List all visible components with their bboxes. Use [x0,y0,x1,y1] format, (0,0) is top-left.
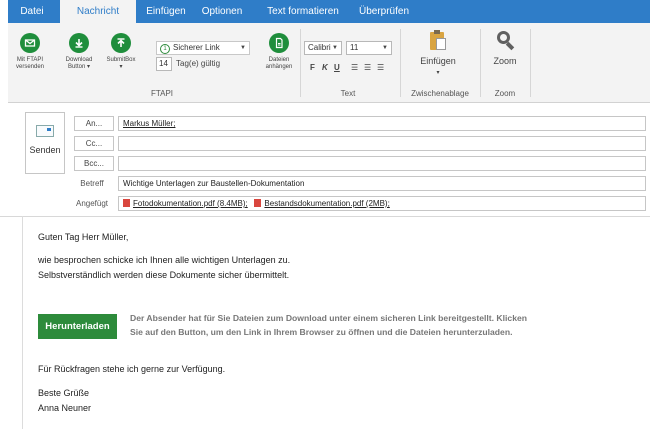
link-type-value: Sicherer Link [173,43,220,52]
align-center-icon[interactable]: ☰ [364,63,371,72]
download-icon [69,33,89,53]
send-button[interactable]: Senden [25,112,65,174]
body-line-2: Selbstverständlich werden diese Dokument… [38,270,290,280]
pdf-icon [123,199,130,207]
bold-button[interactable]: F [310,63,315,72]
text-group-label: Text [340,89,356,98]
subject-label: Betreff [80,179,104,188]
attach-label: Dateien anhängen [265,57,293,70]
pdf-icon [254,199,262,207]
cc-field[interactable] [118,136,646,151]
mit-ftapi-versenden-button[interactable]: Mit FTAPI versenden [10,33,50,71]
zoom-button[interactable]: Zoom [486,29,524,66]
recipient-markus[interactable]: Markus Müller; [123,119,175,128]
days-valid-input[interactable]: 14 [156,57,172,71]
attachment-bestandsdokumentation[interactable]: Bestandsdokumentation.pdf (2MB); [264,199,389,208]
clipboard-group-label: Zwischenablage [411,89,469,98]
clipboard-icon [429,29,447,51]
download-button-label: Download Button [65,57,93,70]
attachment-fotodokumentation[interactable]: Fotodokumentation.pdf (8.4MB); [133,199,248,208]
separator [400,29,401,97]
ribbon: Mit FTAPI versenden Download Button ▾ Su… [8,23,650,103]
magnifier-icon [495,29,515,51]
zoom-group-label: Zoom [494,89,516,98]
tab-optionen[interactable]: Optionen [196,0,248,23]
ribbon-tab-bar: Datei Nachricht Einfügen Optionen Text f… [0,0,650,24]
dateien-anhaengen-button[interactable]: Dateien anhängen [262,33,296,71]
send-envelope-icon [36,125,54,137]
subject-field[interactable]: Wichtige Unterlagen zur Baustellen-Dokum… [118,176,646,191]
underline-button[interactable]: U [334,63,340,72]
bcc-button[interactable]: Bcc... [74,156,114,171]
submitbox-button[interactable]: SubmitBox ▾ [104,33,138,71]
signature: Anna Neuner [38,403,92,413]
align-right-icon[interactable]: ☰ [377,63,384,72]
align-left-icon[interactable]: ☰ [351,63,358,72]
tab-einfuegen[interactable]: Einfügen [140,0,192,23]
download-button-dropdown[interactable]: Download Button ▾ [62,33,96,71]
ftapi-group-label: FTAPI [150,89,174,98]
chevron-down-icon: ▼ [240,45,246,51]
days-valid-label: Tag(e) gültig [176,59,221,68]
tab-datei[interactable]: Datei [14,0,50,23]
mit-ftapi-label: Mit FTAPI versenden [15,57,45,70]
to-field[interactable]: Markus Müller; [118,116,646,131]
chevron-down-icon: ▼ [382,45,388,51]
font-select[interactable]: Calibri ▼ [304,41,342,55]
attach-file-icon [269,33,289,53]
bcc-field[interactable] [118,156,646,171]
separator [300,29,301,97]
download-info-line-2: Sie auf den Button, um den Link in Ihrem… [130,327,513,337]
link-type-select[interactable]: 1 Sicherer Link ▼ [156,41,250,55]
lock-number-icon: 1 [160,44,170,54]
tab-ueberpruefen[interactable]: Überprüfen [352,0,416,23]
font-size-select[interactable]: 11 ▼ [346,41,392,55]
upload-icon [111,33,131,53]
download-info-line-1: Der Absender hat für Sie Dateien zum Dow… [130,313,527,323]
envelope-icon [20,33,40,53]
chevron-down-icon: ▼ [332,45,338,51]
attached-label: Angefügt [75,199,109,208]
submitbox-label: SubmitBox [106,57,136,63]
to-button[interactable]: An... [74,116,114,131]
greeting: Guten Tag Herr Müller, [38,232,129,242]
closing: Beste Grüße [38,388,90,398]
einfuegen-paste-button[interactable]: Einfügen ▾ [410,29,466,78]
tab-nachricht[interactable]: Nachricht [60,0,136,24]
body-line-1: wie besprochen schicke ich Ihnen alle wi… [38,255,291,265]
questions-line: Für Rückfragen stehe ich gerne zur Verfü… [38,364,226,374]
italic-button[interactable]: K [322,63,328,72]
attachments-field[interactable]: Fotodokumentation.pdf (8.4MB); Bestandsd… [118,196,646,211]
separator [530,29,531,97]
cc-button[interactable]: Cc... [74,136,114,151]
tab-text-formatieren[interactable]: Text formatieren [258,0,348,23]
separator [480,29,481,97]
herunterladen-button[interactable]: Herunterladen [38,314,117,339]
